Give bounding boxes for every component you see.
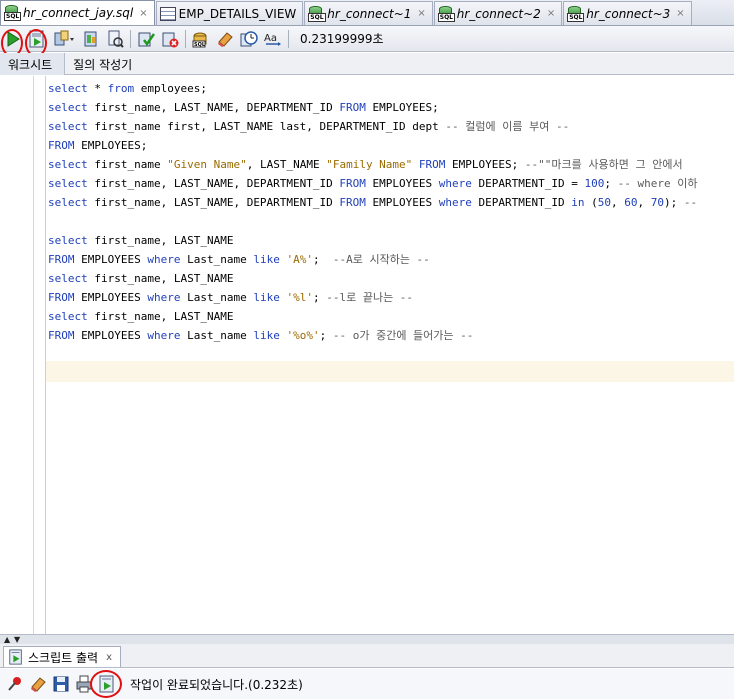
pin-icon [8, 677, 21, 691]
tab-emp-details-view[interactable]: EMP_DETAILS_VIEW [155, 1, 304, 25]
sql-history-button[interactable] [239, 29, 259, 49]
tab-hr-connect-2[interactable]: SQL hr_connect~2 × [433, 1, 563, 25]
sql-developer-window: SQL hr_connect_jay.sql × EMP_DETAILS_VIE… [0, 0, 734, 699]
sql-tuning-button[interactable] [105, 29, 125, 49]
code-line[interactable]: FROM EMPLOYEES where Last_name like 'A%'… [48, 250, 734, 269]
tab-query-builder[interactable]: 질의 작성기 [65, 53, 144, 75]
collapse-down-icon[interactable]: ▼ [14, 635, 20, 644]
printer-icon [76, 675, 92, 693]
code-line[interactable]: select * from employees; [48, 79, 734, 98]
sql-worksheet-icon: SQL [4, 5, 22, 21]
tab-worksheet[interactable]: 워크시트 [0, 53, 66, 75]
code-line[interactable]: select first_name, LAST_NAME, DEPARTMENT… [48, 193, 734, 212]
run-script-output-button[interactable] [97, 674, 117, 694]
run-script-button[interactable] [27, 29, 47, 49]
code-line[interactable]: FROM EMPLOYEES where Last_name like '%o%… [48, 326, 734, 345]
collapse-up-icon[interactable]: ▲ [4, 635, 10, 644]
sql-worksheet-icon: SQL [437, 5, 455, 22]
tab-hr-connect-jay[interactable]: SQL hr_connect_jay.sql × [0, 0, 155, 25]
gutter-border [33, 76, 34, 634]
autotrace-icon [84, 31, 97, 46]
run-script-icon [29, 30, 44, 47]
run-play-icon [7, 30, 20, 47]
print-output-button[interactable] [74, 674, 94, 694]
code-text[interactable]: select * from employees; select first_nam… [48, 79, 734, 345]
tab-close-icon[interactable]: × [676, 8, 684, 19]
explain-plan-icon [54, 30, 74, 45]
unshared-worksheet-icon: SQL [192, 32, 207, 48]
code-line[interactable]: FROM EMPLOYEES; [48, 136, 734, 155]
editor-tab-bar: SQL hr_connect_jay.sql × EMP_DETAILS_VIE… [0, 0, 734, 26]
unshared-sql-worksheet-button[interactable]: SQL [191, 29, 211, 49]
worksheet-toolbar: SQL Aa 0.23199999초 [0, 26, 734, 57]
code-line[interactable]: select first_name "Given Name", LAST_NAM… [48, 155, 734, 174]
tab-label: hr_connect~2 [456, 6, 541, 21]
svg-text:Aa: Aa [264, 33, 277, 44]
to-upper-lower-case-button[interactable]: Aa [263, 29, 283, 49]
eraser-icon [218, 31, 233, 47]
run-statement-button[interactable] [3, 29, 23, 49]
freeze-view-button[interactable] [5, 674, 25, 694]
tab-label: EMP_DETAILS_VIEW [178, 6, 297, 21]
tab-hr-connect-3[interactable]: SQL hr_connect~3 × [563, 1, 692, 25]
output-tab-label: 스크립트 출력 [28, 650, 99, 665]
current-line-highlight [46, 361, 734, 382]
toolbar-separator [185, 29, 186, 48]
svg-text:SQL: SQL [194, 42, 206, 48]
output-status-text: 작업이 완료되었습니다.(0.232초) [130, 677, 303, 692]
script-output-icon [9, 649, 22, 665]
commit-button[interactable] [136, 29, 156, 49]
code-line[interactable]: select first_name first, LAST_NAME last,… [48, 117, 734, 136]
tab-script-output[interactable]: 스크립트 출력 x [3, 646, 121, 667]
tab-hr-connect-1[interactable]: SQL hr_connect~1 × [304, 1, 433, 25]
run-script-icon [99, 675, 114, 693]
clear-output-button[interactable] [28, 674, 48, 694]
sql-worksheet-icon: SQL [308, 5, 326, 22]
code-line[interactable]: select first_name, LAST_NAME, DEPARTMENT… [48, 174, 734, 193]
sql-worksheet-icon: SQL [567, 5, 585, 22]
sql-tuning-icon [108, 30, 124, 48]
save-disk-icon [53, 676, 69, 692]
clear-button[interactable] [215, 29, 235, 49]
execution-time-label: 0.23199999초 [300, 32, 384, 46]
tab-label: hr_connect~3 [586, 6, 671, 21]
output-tab-close-icon[interactable]: x [106, 652, 112, 663]
eraser-icon [31, 677, 46, 692]
code-line[interactable]: select first_name, LAST_NAME, DEPARTMENT… [48, 98, 734, 117]
rollback-button[interactable] [160, 29, 180, 49]
worksheet-mode-tabs: 워크시트 질의 작성기 [0, 53, 734, 75]
autotrace-button[interactable] [81, 29, 101, 49]
toolbar-separator [130, 29, 131, 48]
history-clock-icon [240, 30, 258, 46]
output-toolbar: 작업이 완료되었습니다.(0.232초) [0, 669, 734, 699]
output-tab-bar: 스크립트 출력 x [0, 644, 734, 668]
commit-icon [138, 32, 155, 46]
code-line[interactable]: select first_name, LAST_NAME [48, 269, 734, 288]
line-gutter [0, 76, 33, 634]
code-line[interactable]: select first_name, LAST_NAME [48, 307, 734, 326]
toolbar-separator [288, 29, 289, 48]
panel-splitter[interactable]: ▲ ▼ [0, 634, 734, 644]
margin-line [45, 76, 46, 634]
table-view-icon [159, 6, 176, 21]
tab-close-icon[interactable]: × [139, 8, 147, 19]
code-line[interactable] [48, 212, 734, 231]
rollback-icon [162, 32, 179, 47]
sql-editor[interactable]: select * from employees; select first_nam… [0, 76, 734, 634]
tab-label: hr_connect~1 [327, 6, 412, 21]
tab-close-icon[interactable]: × [417, 8, 425, 19]
tab-close-icon[interactable]: × [547, 8, 555, 19]
save-output-button[interactable] [51, 674, 71, 694]
code-line[interactable]: FROM EMPLOYEES where Last_name like '%l'… [48, 288, 734, 307]
explain-plan-button[interactable] [51, 29, 77, 49]
tab-label: hr_connect_jay.sql [23, 6, 134, 20]
code-line[interactable]: select first_name, LAST_NAME [48, 231, 734, 250]
change-case-icon: Aa [264, 33, 281, 46]
